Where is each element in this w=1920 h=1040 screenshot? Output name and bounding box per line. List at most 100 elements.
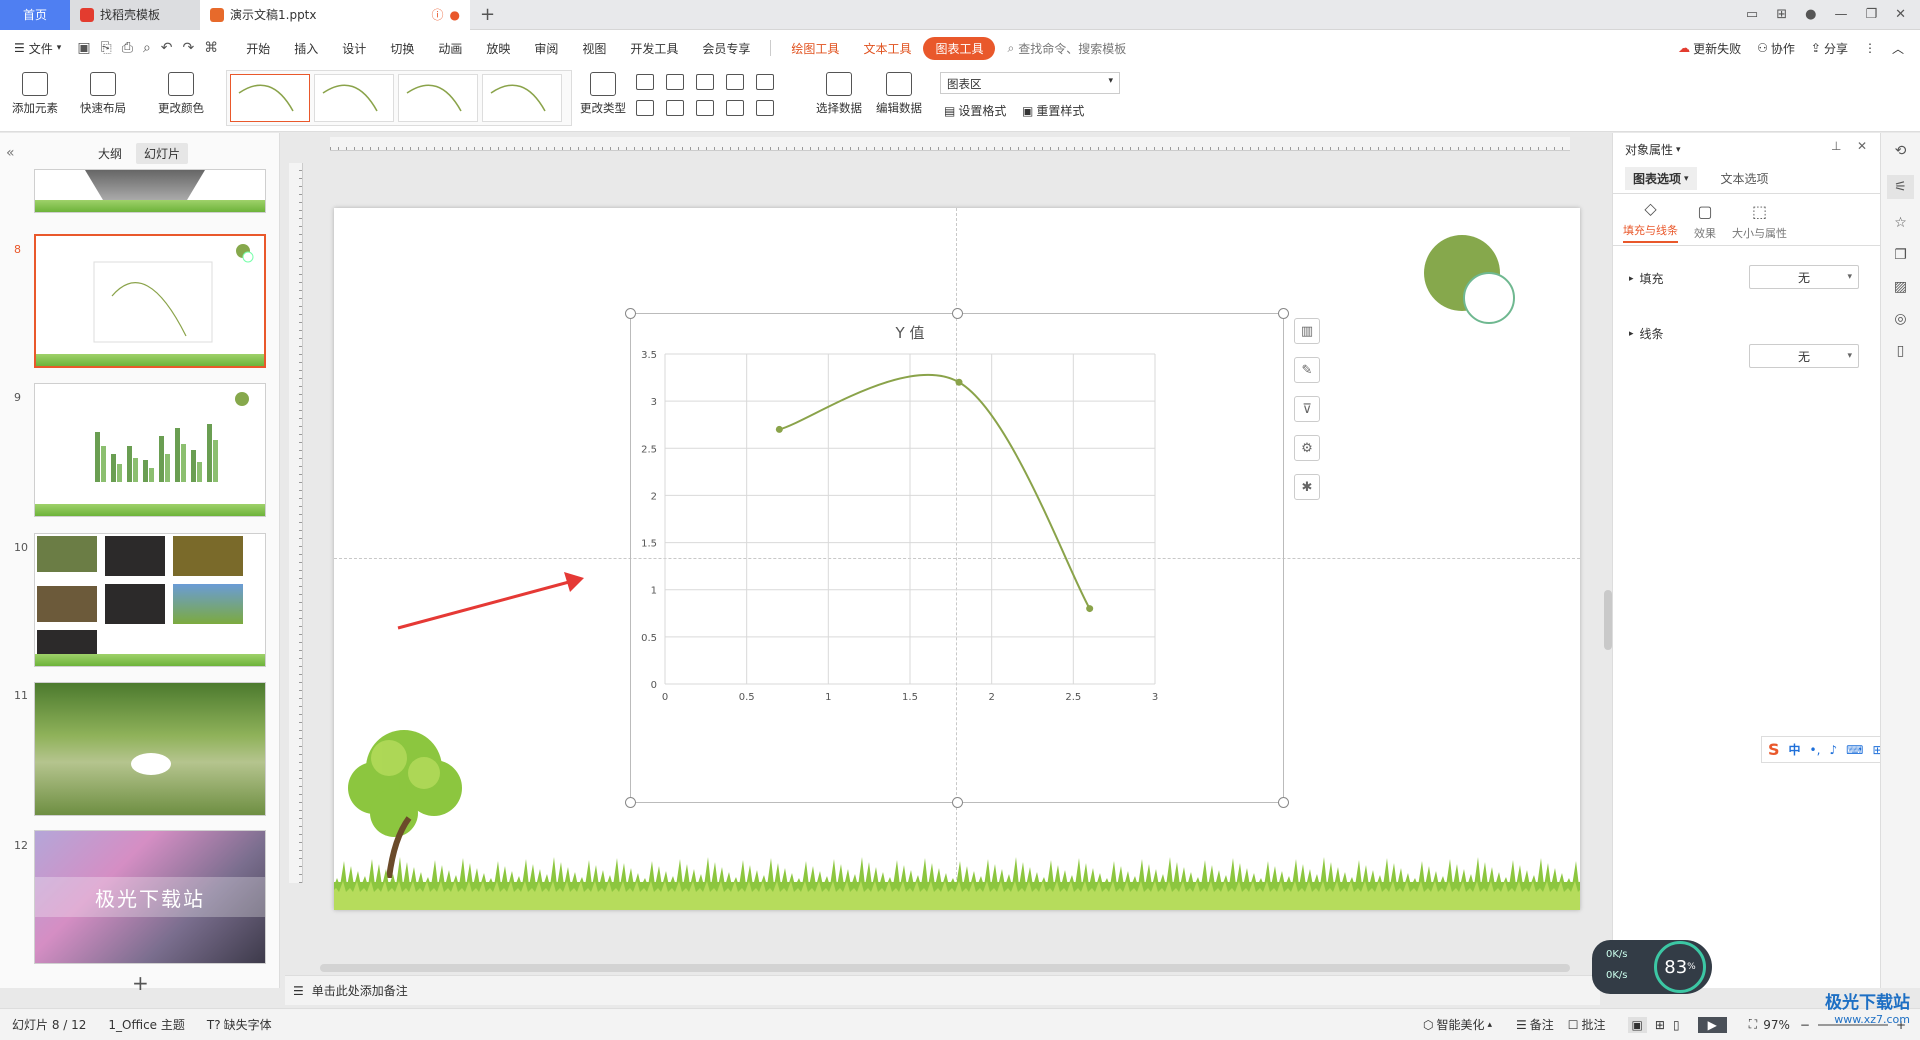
horizontal-scrollbar[interactable]	[310, 963, 1590, 973]
tab-document[interactable]: 演示文稿1.pptx ⓘ ●	[200, 0, 470, 30]
menu-animation[interactable]: 动画	[426, 40, 474, 57]
menu-developer[interactable]: 开发工具	[618, 40, 690, 57]
punctuation-icon[interactable]: •,	[1810, 743, 1821, 757]
combo-chart-icon[interactable]	[666, 100, 684, 116]
normal-view-icon[interactable]: ▣	[1627, 1016, 1647, 1033]
preview-icon[interactable]: ⌕	[143, 40, 151, 56]
chart-filter-icon[interactable]: ⊽	[1294, 396, 1320, 422]
slide-thumb-7[interactable]	[34, 169, 266, 213]
collapse-panel-icon[interactable]: «	[6, 145, 15, 161]
collapse-ribbon-icon[interactable]: ︿	[1892, 40, 1904, 57]
mail-chart-icon[interactable]	[636, 100, 654, 116]
undo-icon[interactable]: ↶	[161, 40, 173, 56]
command-search[interactable]: ⌕ 查找命令、搜索模板	[1007, 40, 1126, 57]
tab-chart-options[interactable]: 图表选项 ▾	[1625, 167, 1697, 190]
sidebar-image-icon[interactable]: ▨	[1894, 279, 1907, 295]
resize-handle-n[interactable]	[952, 308, 963, 319]
network-monitor[interactable]: 0K/s 0K/s 83%	[1592, 940, 1712, 994]
chart-elements-icon[interactable]: ▥	[1294, 318, 1320, 344]
share-button[interactable]: ⇪ 分享	[1811, 40, 1848, 57]
close-icon[interactable]: ✕	[1895, 7, 1906, 22]
menu-slideshow[interactable]: 放映	[474, 40, 522, 57]
menu-text-tools[interactable]: 文本工具	[851, 40, 923, 57]
notes-placeholder[interactable]: 单击此处添加备注	[312, 982, 408, 999]
scrollbar-thumb[interactable]	[1604, 590, 1612, 650]
search-input[interactable]: 查找命令、搜索模板	[1018, 40, 1126, 57]
chart-object[interactable]: Y 值 0 0.5 1 1.5 2 2.5 3 0 0.5 1 1.5 2 2.5 3 3.5	[625, 308, 1289, 808]
chart-idea-bulb-icon[interactable]: ✱	[1294, 474, 1320, 500]
subtab-size[interactable]: ⬚ 大小与属性	[1732, 202, 1787, 241]
line-section-toggle[interactable]: ▸ 线条	[1629, 325, 1664, 342]
chart-style-brush-icon[interactable]: ✎	[1294, 357, 1320, 383]
resize-handle-ne[interactable]	[1278, 308, 1289, 319]
ime-mode[interactable]: 中	[1789, 741, 1801, 758]
tab-home[interactable]: 首页	[0, 0, 70, 30]
menu-design[interactable]: 设计	[330, 40, 378, 57]
pin-icon[interactable]: ⊥	[1831, 139, 1841, 153]
fill-select[interactable]: 无	[1749, 265, 1859, 289]
resize-handle-nw[interactable]	[625, 308, 636, 319]
bar-chart-icon[interactable]	[636, 74, 654, 90]
play-slideshow-icon[interactable]: ▶	[1697, 1016, 1727, 1033]
chart-style-4[interactable]	[482, 74, 562, 122]
menu-chart-tools[interactable]: 图表工具	[923, 36, 996, 60]
fit-window-icon[interactable]: ⛶	[1749, 1017, 1757, 1032]
chart-settings-gear-icon[interactable]: ⚙	[1294, 435, 1320, 461]
select-data-button[interactable]: 选择数据	[816, 72, 862, 116]
sidebar-copy-icon[interactable]: ❐	[1894, 247, 1907, 263]
chart-style-3[interactable]	[398, 74, 478, 122]
sidebar-pin-icon[interactable]: ☆	[1894, 215, 1907, 231]
menu-transition[interactable]: 切换	[378, 40, 426, 57]
restore-icon[interactable]: ❐	[1865, 7, 1877, 22]
edit-data-button[interactable]: 编辑数据	[876, 72, 922, 116]
sidebar-share-icon[interactable]: ⟲	[1895, 143, 1907, 159]
more-icon[interactable]: ⋮	[1864, 41, 1876, 55]
minimize-icon[interactable]: —	[1834, 7, 1847, 22]
save-icon[interactable]: ▣	[77, 40, 90, 56]
slide-thumb-12[interactable]: 极光下载站	[34, 830, 266, 964]
panel-title[interactable]: 对象属性 ▾	[1625, 141, 1681, 158]
sidebar-properties-icon[interactable]: ⚟	[1887, 175, 1914, 199]
new-tab-button[interactable]: +	[470, 0, 505, 30]
keyboard-icon[interactable]: ⌨	[1846, 743, 1863, 757]
chart-element-select[interactable]: 图表区 ▾	[940, 72, 1120, 94]
microphone-icon[interactable]: ♪	[1829, 743, 1837, 757]
resize-handle-sw[interactable]	[625, 797, 636, 808]
slide-thumb-11[interactable]	[34, 682, 266, 816]
export-icon[interactable]: ⎘	[101, 40, 112, 56]
print-icon[interactable]: ⎙	[122, 40, 133, 56]
pie-chart-icon[interactable]	[696, 100, 714, 116]
theme-name[interactable]: 1_Office 主题	[108, 1016, 184, 1033]
set-format-button[interactable]: ▤ 设置格式	[944, 102, 1006, 119]
format-painter-icon[interactable]: ⌘	[204, 40, 218, 56]
change-color-button[interactable]: 更改颜色	[158, 72, 204, 116]
sidebar-book-icon[interactable]: ▯	[1897, 343, 1905, 359]
menu-drawing-tools[interactable]: 绘图工具	[779, 40, 851, 57]
notes-toggle-button[interactable]: ☰ 备注	[1516, 1016, 1554, 1033]
stock-chart-icon[interactable]	[756, 74, 774, 90]
radar-chart-icon[interactable]	[726, 74, 744, 90]
bubble-chart-icon[interactable]	[756, 100, 774, 116]
tab-template[interactable]: 找稻壳模板	[70, 0, 200, 30]
close-panel-icon[interactable]: ✕	[1857, 139, 1867, 153]
reset-style-button[interactable]: ▣ 重置样式	[1022, 102, 1084, 119]
menu-view[interactable]: 视图	[570, 40, 618, 57]
layout-icon[interactable]: ▭	[1746, 7, 1758, 22]
add-slide-button[interactable]: +	[132, 971, 149, 995]
redo-icon[interactable]: ↷	[183, 40, 195, 56]
slide-canvas[interactable]: Y 值 0 0.5 1 1.5 2 2.5 3 0 0.5 1 1.5 2 2.5 3 3.5 ▥ ✎ ⊽ ⚙…	[334, 208, 1580, 910]
avatar[interactable]: ●	[1805, 7, 1816, 22]
hscroll-thumb[interactable]	[320, 964, 1570, 972]
menu-start[interactable]: 开始	[234, 40, 282, 57]
reading-view-icon[interactable]: ▯	[1673, 1018, 1680, 1032]
tab-outline[interactable]: 大纲	[90, 143, 130, 164]
chart-style-2[interactable]	[314, 74, 394, 122]
update-status[interactable]: ☁ 更新失败	[1678, 40, 1741, 57]
sidebar-location-icon[interactable]: ◎	[1894, 311, 1906, 327]
fill-section-toggle[interactable]: ▸ 填充	[1629, 270, 1664, 287]
menu-member[interactable]: 会员专享	[690, 40, 762, 57]
slide-thumb-10[interactable]	[34, 533, 266, 667]
resize-handle-se[interactable]	[1278, 797, 1289, 808]
resize-handle-s[interactable]	[952, 797, 963, 808]
chart-style-1[interactable]	[230, 74, 310, 122]
